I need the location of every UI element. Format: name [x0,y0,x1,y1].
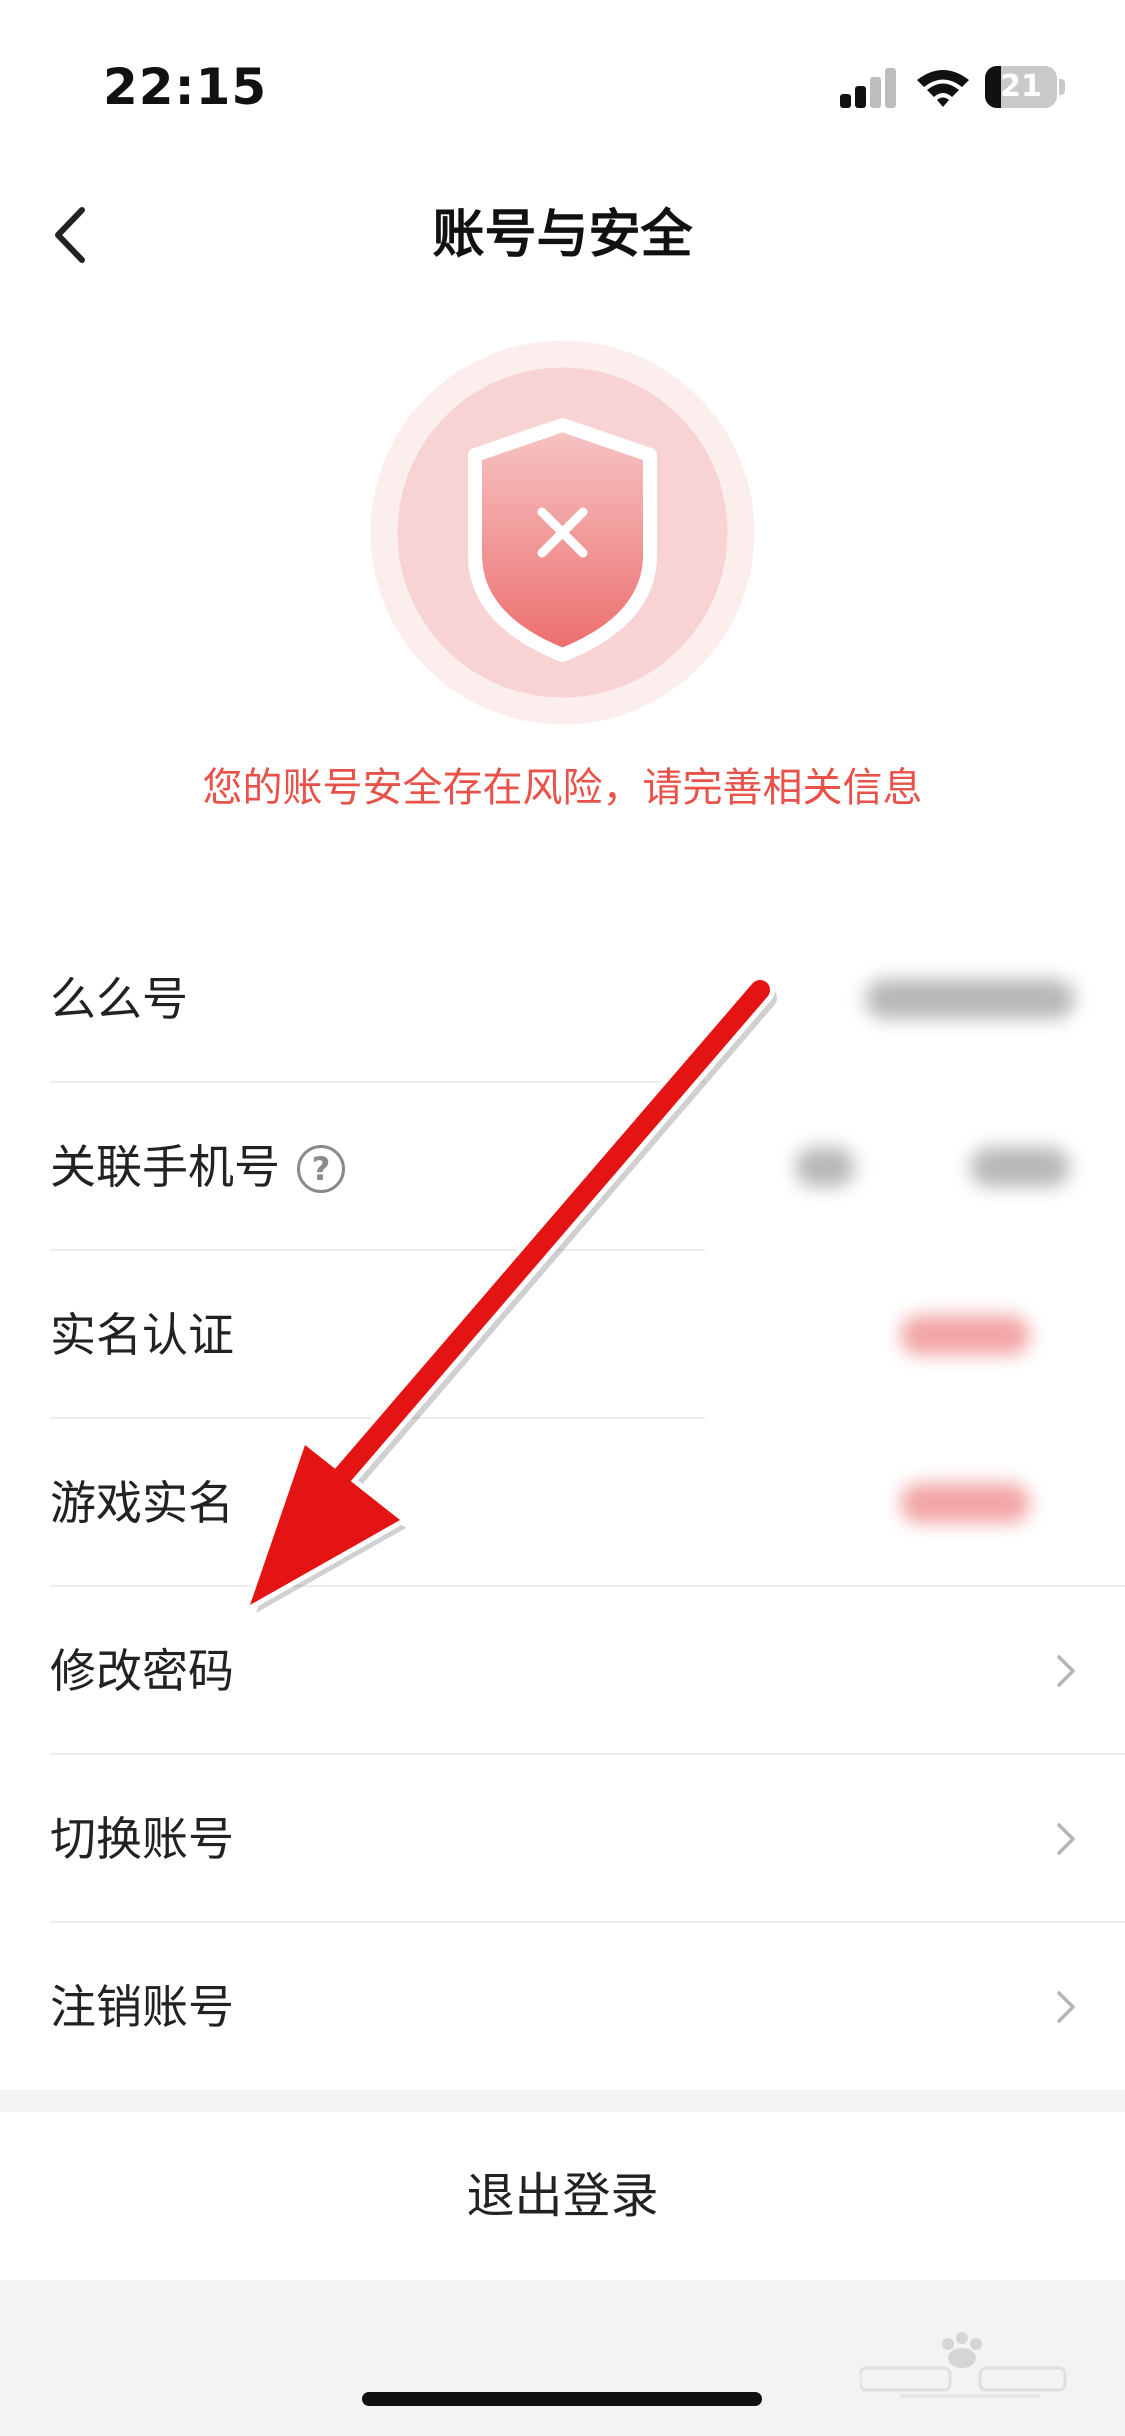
battery-level: 21 [1000,69,1042,104]
blurred-status-value [900,1483,1030,1523]
row-memeda-id: 么么号 [0,915,1125,1083]
chevron-right-icon [1057,1655,1075,1687]
row-label: 关联手机号 [50,1140,280,1194]
status-time: 22:15 [103,58,268,116]
chevron-right-icon [1057,1823,1075,1855]
row-label: 注销账号 [50,1980,234,2034]
row-cancel-account[interactable]: 注销账号 [0,1923,1125,2091]
cellular-signal-icon [840,68,896,108]
row-real-name-verification[interactable]: 实名认证 [0,1251,1125,1419]
blurred-phone-suffix [970,1147,1070,1187]
blurred-status-value [900,1315,1030,1355]
baidu-jingyan-watermark-logo [860,2332,1067,2398]
help-icon[interactable]: ? [297,1145,345,1193]
blurred-id-value [865,979,1075,1019]
row-label: 切换账号 [50,1812,234,1866]
section-separator [0,2090,1125,2112]
row-label: 修改密码 [50,1644,234,1698]
row-linked-phone[interactable]: 关联手机号 ? [0,1083,1125,1251]
chevron-right-icon [1057,1991,1075,2023]
account-security-screen: 22:15 21 账号与安全 您的账号安全存在风险，请完善相关信息 么么号 关联… [0,0,1125,2436]
navigation-bar: 账号与安全 [0,170,1125,300]
settings-list: 么么号 关联手机号 ? 实名认证 游戏实名 修改密码 切换账号 注销账号 [0,915,1125,2091]
security-risk-shield-icon [370,340,755,725]
wifi-icon [917,70,969,107]
home-indicator[interactable] [362,2392,762,2406]
row-label: 游戏实名 [50,1476,234,1530]
logout-button[interactable]: 退出登录 [0,2112,1125,2280]
row-change-password[interactable]: 修改密码 [0,1587,1125,1755]
row-label: 实名认证 [50,1308,234,1362]
back-button[interactable] [30,190,120,280]
status-bar: 22:15 21 [0,0,1125,170]
blurred-phone-prefix [795,1147,855,1187]
row-label: 么么号 [50,972,188,1026]
row-switch-account[interactable]: 切换账号 [0,1755,1125,1923]
row-game-real-name[interactable]: 游戏实名 [0,1419,1125,1587]
security-risk-message: 您的账号安全存在风险，请完善相关信息 [202,765,923,811]
page-title: 账号与安全 [432,205,693,265]
battery-icon: 21 [985,66,1065,108]
